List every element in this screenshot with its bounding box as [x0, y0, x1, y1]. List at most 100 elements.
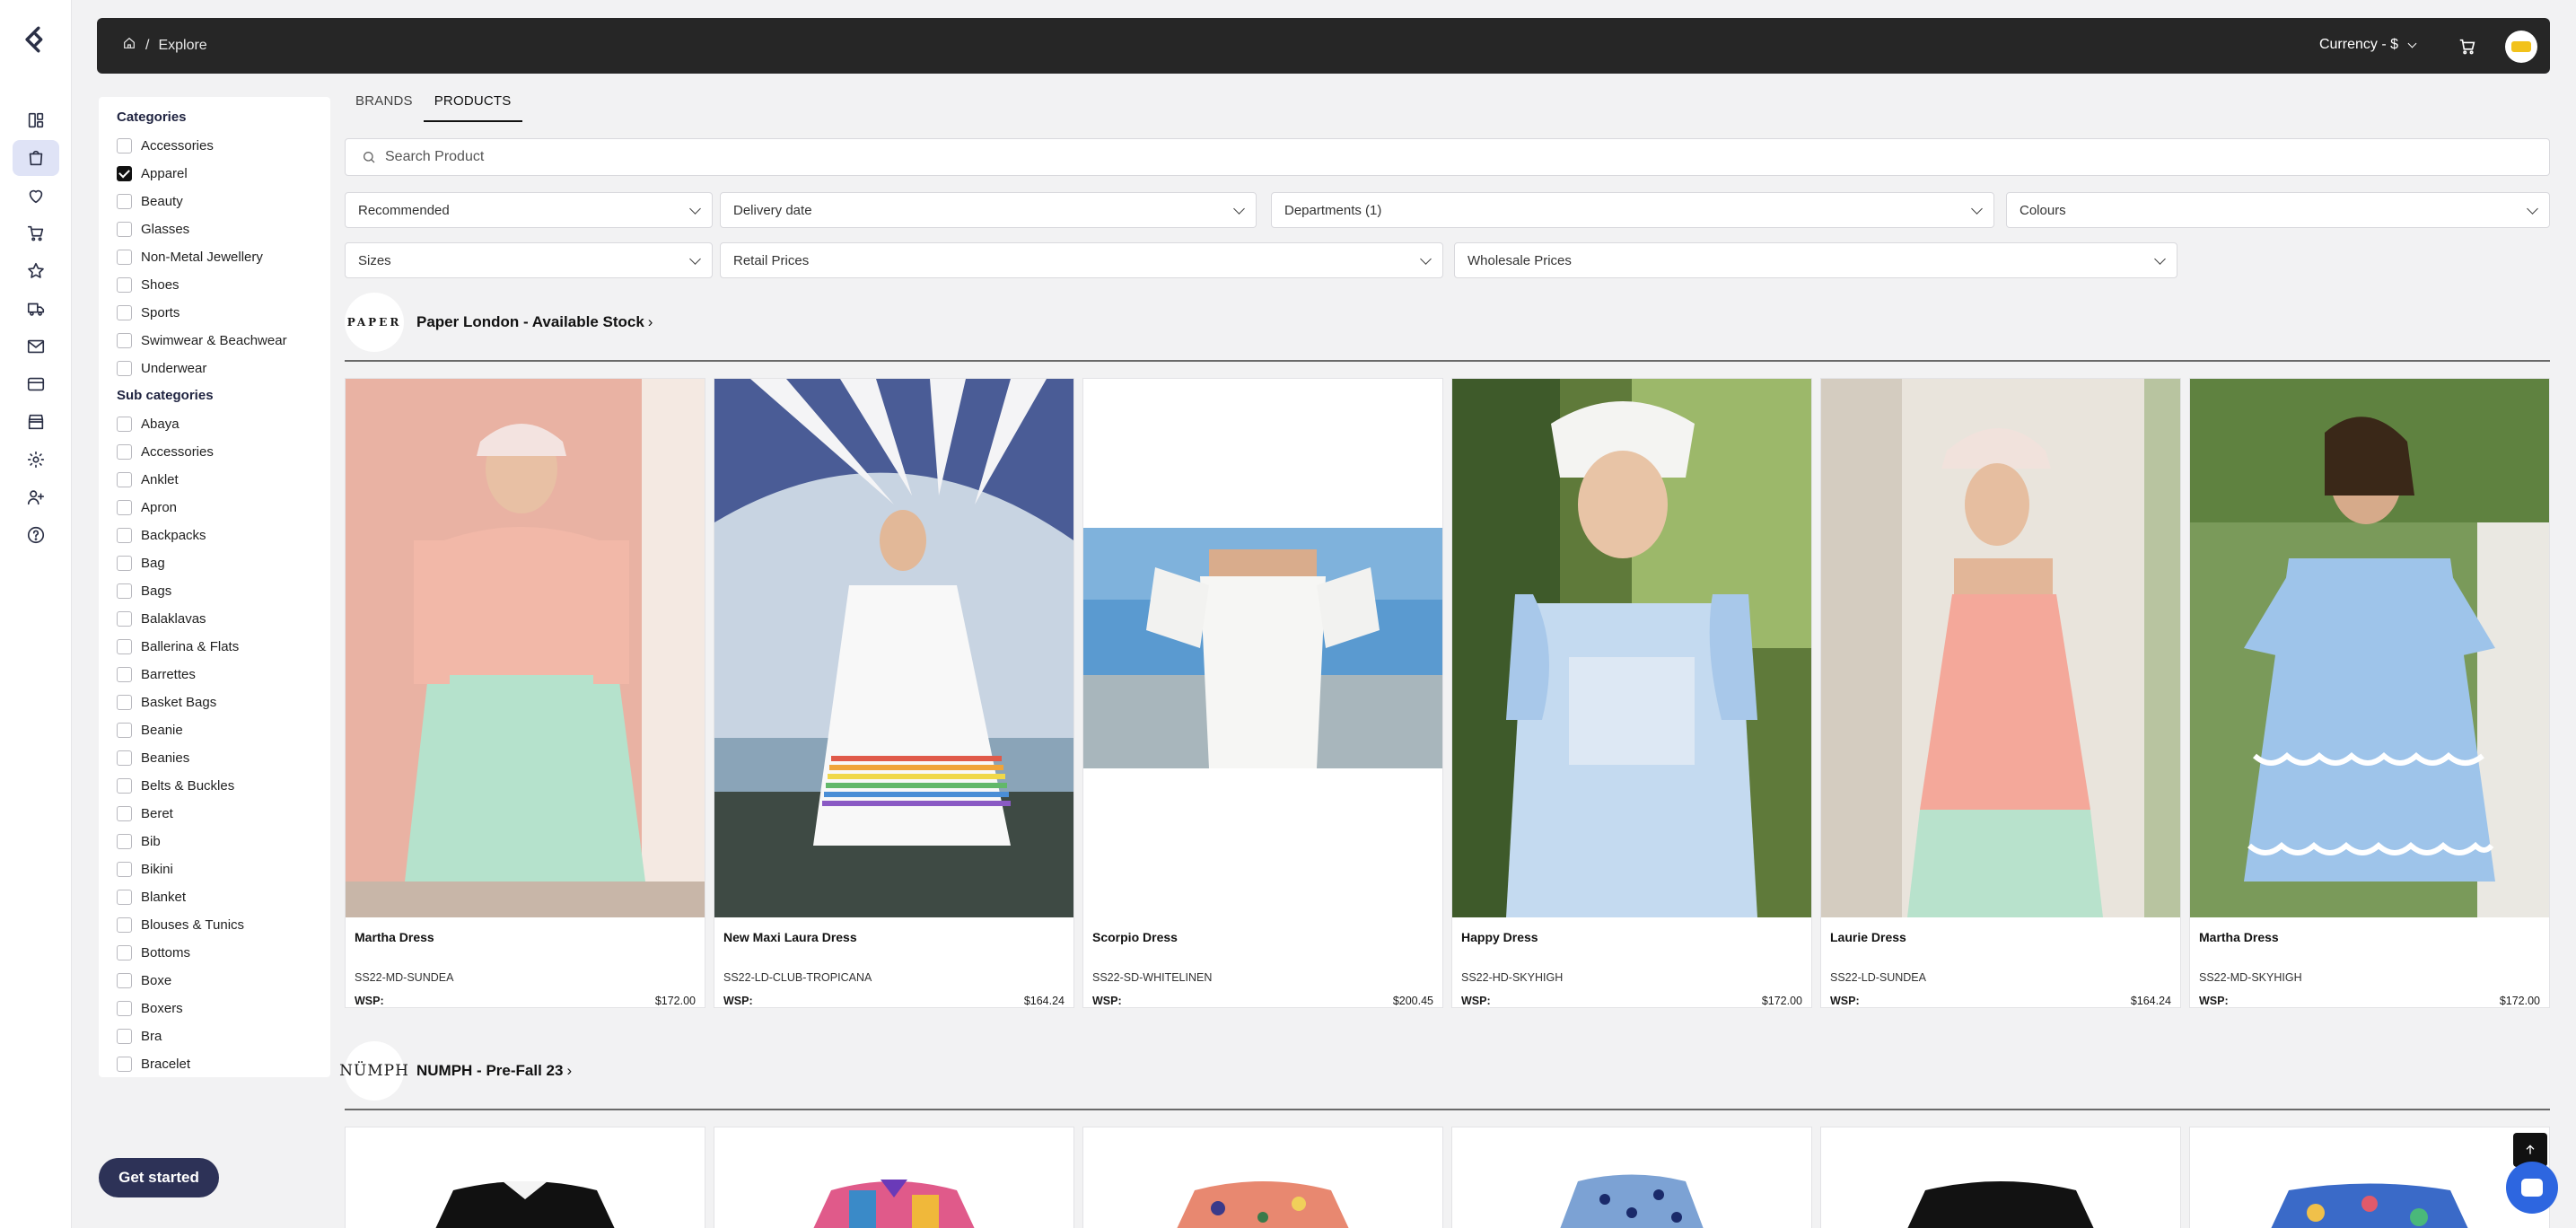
subcategory-checkbox[interactable]: Boxe	[117, 967, 330, 995]
brand-header[interactable]: NÜMPH NUMPH - Pre-Fall 23 ›	[339, 1039, 572, 1102]
wholesale-prices-dropdown[interactable]: Wholesale Prices	[1454, 242, 2177, 278]
category-checkbox[interactable]: Glasses	[117, 215, 330, 243]
subcategory-checkbox[interactable]: Bracelet	[117, 1050, 330, 1077]
brand-name[interactable]: Paper London - Available Stock ›	[416, 313, 653, 331]
checkbox-icon[interactable]	[117, 723, 132, 738]
subcategory-checkbox[interactable]: Bra	[117, 1022, 330, 1050]
help-icon[interactable]	[13, 517, 59, 553]
product-image[interactable]	[346, 1127, 705, 1228]
cart-icon[interactable]	[13, 215, 59, 251]
checkbox-icon[interactable]	[117, 1001, 132, 1016]
checkbox-checked-icon[interactable]	[117, 166, 132, 181]
category-checkbox[interactable]: Sports	[117, 299, 330, 327]
subcategory-checkbox[interactable]: Bottoms	[117, 939, 330, 967]
checkbox-icon[interactable]	[117, 750, 132, 766]
subcategory-checkbox[interactable]: Beanies	[117, 744, 330, 772]
checkbox-icon[interactable]	[117, 361, 132, 376]
checkbox-icon[interactable]	[117, 500, 132, 515]
subcategory-checkbox[interactable]: Apron	[117, 494, 330, 522]
credit-card-icon[interactable]	[13, 366, 59, 402]
checkbox-icon[interactable]	[117, 194, 132, 209]
category-checkbox[interactable]: Underwear	[117, 355, 330, 382]
departments-dropdown[interactable]: Departments (1)	[1271, 192, 1994, 228]
product-card[interactable]: Happy Dress SS22-HD-SKYHIGH WSP: $172.00	[1451, 378, 1812, 1008]
cart-icon[interactable]	[2455, 34, 2480, 59]
dashboard-icon[interactable]	[13, 102, 59, 138]
tab-brands[interactable]: BRANDS	[345, 83, 424, 122]
checkbox-icon[interactable]	[117, 667, 132, 682]
checkbox-icon[interactable]	[117, 806, 132, 821]
currency-selector[interactable]: Currency - $	[2319, 37, 2417, 53]
home-icon[interactable]	[122, 36, 136, 55]
checkbox-icon[interactable]	[117, 917, 132, 933]
subcategory-checkbox[interactable]: Abaya	[117, 410, 330, 438]
product-image[interactable]	[1452, 1127, 1811, 1228]
subcategory-checkbox[interactable]: Bags	[117, 577, 330, 605]
colours-dropdown[interactable]: Colours	[2006, 192, 2550, 228]
subcategory-checkbox[interactable]: Ballerina & Flats	[117, 633, 330, 661]
checkbox-icon[interactable]	[117, 834, 132, 849]
breadcrumb-current[interactable]: Explore	[158, 38, 206, 54]
get-started-button[interactable]: Get started	[99, 1158, 219, 1197]
checkbox-icon[interactable]	[117, 222, 132, 237]
subcategory-checkbox[interactable]: Boxers	[117, 995, 330, 1022]
subcategory-checkbox[interactable]: Bag	[117, 549, 330, 577]
product-image[interactable]	[714, 379, 1073, 917]
category-checkbox[interactable]: Swimwear & Beachwear	[117, 327, 330, 355]
checkbox-icon[interactable]	[117, 973, 132, 988]
checkbox-icon[interactable]	[117, 556, 132, 571]
checkbox-icon[interactable]	[117, 1057, 132, 1072]
tab-products[interactable]: PRODUCTS	[423, 83, 522, 122]
product-card[interactable]	[345, 1127, 705, 1228]
subcategory-checkbox[interactable]: Beret	[117, 800, 330, 828]
subcategory-checkbox[interactable]: Accessories	[117, 438, 330, 466]
brand-name[interactable]: NUMPH - Pre-Fall 23 ›	[416, 1062, 572, 1080]
product-card[interactable]	[1451, 1127, 1812, 1228]
store-icon[interactable]	[13, 404, 59, 440]
product-image[interactable]	[2190, 379, 2549, 917]
subcategory-checkbox[interactable]: Barrettes	[117, 661, 330, 689]
add-user-icon[interactable]	[13, 479, 59, 515]
product-image[interactable]	[714, 1127, 1073, 1228]
subcategory-checkbox[interactable]: Beanie	[117, 716, 330, 744]
product-card[interactable]: Laurie Dress SS22-LD-SUNDEA WSP: $164.24	[1820, 378, 2181, 1008]
checkbox-icon[interactable]	[117, 611, 132, 627]
product-image[interactable]	[1083, 379, 1442, 917]
subcategory-checkbox[interactable]: Basket Bags	[117, 689, 330, 716]
checkbox-icon[interactable]	[117, 472, 132, 487]
checkbox-icon[interactable]	[117, 890, 132, 905]
product-card[interactable]	[1082, 1127, 1443, 1228]
truck-icon[interactable]	[13, 291, 59, 327]
subcategory-checkbox[interactable]: Blouses & Tunics	[117, 911, 330, 939]
checkbox-icon[interactable]	[117, 862, 132, 877]
sizes-dropdown[interactable]: Sizes	[345, 242, 713, 278]
subcategory-checkbox[interactable]: Balaklavas	[117, 605, 330, 633]
product-image[interactable]	[2190, 1127, 2549, 1228]
category-checkbox[interactable]: Non-Metal Jewellery	[117, 243, 330, 271]
retail-prices-dropdown[interactable]: Retail Prices	[720, 242, 1443, 278]
product-card[interactable]	[1820, 1127, 2181, 1228]
subcategory-checkbox[interactable]: Anklet	[117, 466, 330, 494]
subcategory-checkbox[interactable]: Bib	[117, 828, 330, 855]
heart-icon[interactable]	[13, 178, 59, 214]
product-image[interactable]	[346, 379, 705, 917]
category-checkbox[interactable]: Accessories	[117, 132, 330, 160]
chat-widget-button[interactable]	[2506, 1162, 2558, 1214]
product-image[interactable]	[1083, 1127, 1442, 1228]
search-input[interactable]	[385, 149, 2449, 165]
product-image[interactable]	[1821, 379, 2180, 917]
subcategory-checkbox[interactable]: Bikini	[117, 855, 330, 883]
subcategory-checkbox[interactable]: Backpacks	[117, 522, 330, 549]
user-avatar[interactable]	[2505, 31, 2537, 63]
checkbox-icon[interactable]	[117, 250, 132, 265]
checkbox-icon[interactable]	[117, 528, 132, 543]
checkbox-icon[interactable]	[117, 305, 132, 320]
product-card[interactable]: Scorpio Dress SS22-SD-WHITELINEN WSP: $20…	[1082, 378, 1443, 1008]
product-card[interactable]	[714, 1127, 1074, 1228]
checkbox-icon[interactable]	[117, 945, 132, 960]
product-image[interactable]	[1452, 379, 1811, 917]
product-image[interactable]	[1821, 1127, 2180, 1228]
app-logo-icon[interactable]	[18, 22, 54, 57]
checkbox-icon[interactable]	[117, 444, 132, 460]
checkbox-icon[interactable]	[117, 277, 132, 293]
